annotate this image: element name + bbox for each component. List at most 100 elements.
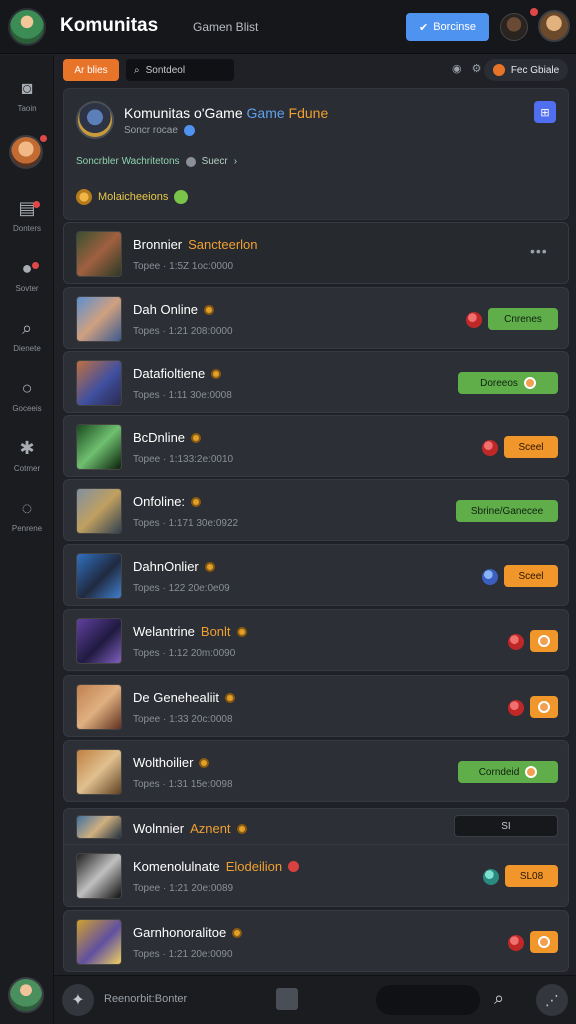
app-logo-avatar[interactable] [8, 8, 46, 46]
heart-icon[interactable] [508, 634, 524, 650]
friend-avatar[interactable] [500, 13, 528, 41]
game-thumbnail [76, 684, 122, 730]
sidebar-item-settings[interactable]: ✱ Cotmer [0, 427, 54, 483]
sidebar-item-goceeis[interactable]: ○ Goceeis [0, 367, 54, 423]
game-action-label: SI [501, 820, 511, 832]
game-action-button[interactable]: SL08 [505, 865, 558, 887]
game-row[interactable]: Wolthoilier Topes · 1:31 15e:0098 Corndeid [63, 740, 569, 802]
community-subtitle-text: Soncr rocae [124, 125, 178, 136]
game-row[interactable]: Wolnnier Aznent SI [63, 808, 569, 845]
emoji-icon: ⋰ [545, 991, 559, 1008]
game-name: Datafioltiene [133, 366, 222, 381]
ring-icon: ○ [21, 378, 33, 398]
bookmark-icon[interactable] [276, 988, 298, 1010]
sidebar-item-label: Goceeis [12, 403, 42, 413]
game-row[interactable]: BcDnline Topee · 1:133:2e:0010 Sceel [63, 415, 569, 477]
search-input[interactable]: ⌕ Sontdeol [126, 59, 234, 81]
community-tag[interactable]: Molaicheeions [76, 189, 189, 205]
game-action-button[interactable]: Sceel [504, 436, 558, 458]
community-desc-grey: Suecr [201, 156, 228, 167]
game-action-button[interactable] [530, 696, 558, 718]
game-action-label: Sceel [518, 570, 544, 582]
game-action-button[interactable]: Corndeid [458, 761, 558, 783]
game-action-button[interactable]: Sceel [504, 565, 558, 587]
globe-icon[interactable]: ◉ [452, 62, 462, 75]
game-row[interactable]: Bronnier Sancteerlon Topee · 1:5Z 1oc:0000… [63, 222, 569, 284]
game-name-text: Onfoline: [133, 494, 186, 509]
account-avatar[interactable] [8, 977, 44, 1013]
sidebar-item-label: Taoin [17, 103, 37, 113]
compose-button[interactable]: ✦ [62, 984, 94, 1016]
game-meta: Topee · 1:5Z 1oc:0000 [133, 261, 234, 272]
community-avatar[interactable] [76, 101, 114, 139]
game-thumbnail [76, 553, 122, 599]
game-thumbnail [76, 853, 122, 899]
game-row[interactable]: DahnOnlier Topes · 122 20e:0e09 Sceel [63, 544, 569, 606]
sidebar-item-home[interactable]: ◙ Taoin [0, 67, 54, 123]
game-row[interactable]: Onfoline: Topes · 1:171 30e:0922 Sbrine/Ga… [63, 479, 569, 541]
game-meta: Topes · 1:11 30e:0008 [133, 390, 232, 401]
heart-icon[interactable] [508, 700, 524, 716]
global-chip[interactable]: Fec Gbiale [484, 59, 568, 81]
heart-icon[interactable] [508, 935, 524, 951]
bottom-bar: ✦ Reenorbit:Bonter ⌕ ⋰ [54, 975, 576, 1024]
game-name: Wolthoilier [133, 755, 210, 770]
heart-icon[interactable] [482, 440, 498, 456]
gem-icon[interactable] [482, 569, 498, 585]
game-name: Komenolulnate Elodeilion [133, 859, 300, 874]
game-name-highlight: Elodeilion [225, 859, 283, 874]
game-name-text: Wolnnier [133, 821, 185, 836]
game-name-text: De Genehealiit [133, 690, 219, 705]
game-action-label: Sceel [518, 441, 544, 453]
sidebar-item-search[interactable]: ⌕ Dienete [0, 307, 54, 363]
emoji-button[interactable]: ⋰ [536, 984, 568, 1016]
sidebar-item-donters[interactable]: ▤ Donters [0, 187, 54, 243]
sidebar-item-label: Penrene [11, 523, 43, 533]
game-row[interactable]: Welantrine Bonlt Topes · 1:12 20m:0090 [63, 609, 569, 671]
settings-icon[interactable]: ⚙ [472, 62, 482, 75]
game-action-label: Corndeid [478, 766, 520, 778]
game-action-button[interactable]: Doreeos [458, 372, 558, 394]
camera-icon: ◙ [21, 78, 33, 98]
game-row[interactable]: Komenolulnate Elodeilion Topee · 1:21 20e:… [63, 845, 569, 907]
filter-chip[interactable]: Ar blies [63, 59, 119, 81]
sidebar-profile-avatar[interactable] [9, 135, 43, 169]
game-meta: Topes · 1:21 208:0000 [133, 326, 233, 337]
game-action-button[interactable] [530, 931, 558, 953]
community-title-blue: Game [246, 105, 285, 121]
bottom-input[interactable] [376, 985, 480, 1015]
game-action-button[interactable]: Sbrine/Ganecee [456, 500, 558, 522]
game-action-button[interactable]: SI [454, 815, 558, 837]
heart-icon[interactable] [466, 312, 482, 328]
green-badge-icon [174, 190, 189, 204]
coin-icon [191, 496, 202, 507]
coin-icon [232, 927, 243, 938]
sidebar-item-sovter[interactable]: ● Sovter [0, 247, 54, 303]
community-header-card: Komunitas o'Game Game Fdune Soncr rocae … [63, 88, 569, 220]
game-name-text: BcDnline [133, 430, 186, 445]
search-icon[interactable]: ⌕ [494, 988, 504, 1009]
game-row[interactable]: De Genehealiit Topee · 1:33 20c:0008 [63, 675, 569, 737]
game-name-highlight: Aznent [190, 821, 231, 836]
status-ring-icon [538, 701, 550, 713]
game-action-button[interactable] [530, 630, 558, 652]
community-menu-button[interactable]: ⊞ [534, 101, 556, 123]
more-options-icon[interactable]: ••• [530, 243, 548, 259]
game-row[interactable]: Garnhonoralitoe Topes · 1:21 20e:0090 [63, 910, 569, 972]
game-thumbnail [76, 231, 122, 277]
game-thumbnail [76, 488, 122, 534]
bottom-bar-text: Reenorbit:Bonter [104, 993, 188, 1005]
game-row[interactable]: Datafioltiene Topes · 1:11 30e:0008 Doreeo… [63, 351, 569, 413]
game-row[interactable]: Dah Online Topes · 1:21 208:0000 Cnrenes [63, 287, 569, 349]
shield-icon[interactable] [483, 869, 499, 885]
game-action-button[interactable]: Cnrenes [488, 308, 558, 330]
user-avatar[interactable] [538, 10, 570, 42]
game-thumbnail [76, 815, 122, 839]
heart-badge-icon [288, 861, 300, 872]
sidebar-item-penrene[interactable]: ◌ Penrene [0, 487, 54, 543]
game-thumbnail [76, 360, 122, 406]
primary-action-button[interactable]: ✔ Borcinse [406, 13, 489, 41]
community-title-main: Komunitas o'Game [124, 105, 243, 121]
game-meta: Topes · 1:12 20m:0090 [133, 648, 236, 659]
game-name: De Genehealiit [133, 690, 235, 705]
